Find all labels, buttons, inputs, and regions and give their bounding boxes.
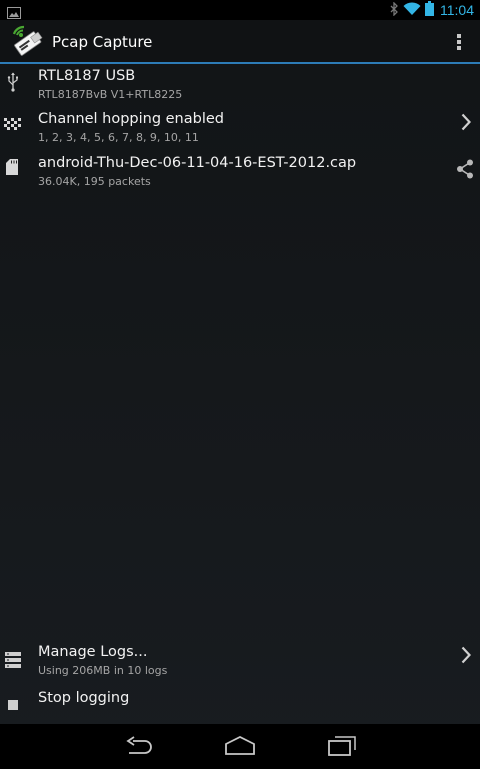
manage-logs-title: Manage Logs... [38,644,148,660]
battery-icon [425,0,434,20]
list-item-subtitle: RTL8187BvB V1+RTL8225 [38,88,183,101]
action-bar: Pcap Capture [0,20,480,64]
navigation-bar [0,724,480,769]
bluetooth-icon [390,0,399,20]
usb-wifi-dongle-icon[interactable] [10,24,46,64]
list-item-subtitle: 36.04K, 195 packets [38,175,151,188]
list-item-subtitle: 1, 2, 3, 4, 5, 6, 7, 8, 9, 10, 11 [38,131,199,144]
channel-hopping-icon [4,115,22,134]
stop-icon [8,695,18,714]
list-item-title: android-Thu-Dec-06-11-04-16-EST-2012.cap [38,155,357,171]
manage-logs-item[interactable]: Manage Logs... Using 206MB in 10 logs [0,643,480,683]
list-item-title: RTL8187 USB [38,68,136,84]
list-item-title: Channel hopping enabled [38,111,224,127]
back-icon[interactable] [123,736,153,760]
status-bar: 11:04 [0,0,480,20]
recents-icon[interactable] [328,736,356,760]
list-item-usb-device[interactable]: RTL8187 USB RTL8187BvB V1+RTL8225 [0,66,480,106]
list-item-channel-hopping[interactable]: Channel hopping enabled 1, 2, 3, 4, 5, 6… [0,110,480,150]
overflow-menu-icon[interactable] [456,33,462,55]
chevron-right-icon[interactable] [461,646,472,668]
wifi-icon [403,1,421,20]
stop-logging-label: Stop logging [38,690,130,706]
sd-card-icon [6,159,18,179]
usb-icon [7,72,19,96]
manage-logs-subtitle: Using 206MB in 10 logs [38,664,168,677]
screen: 11:04 Pcap Capture RTL8187 USB RTL8187Bv… [0,0,480,769]
list-item-capture-file[interactable]: android-Thu-Dec-06-11-04-16-EST-2012.cap… [0,154,480,194]
stop-logging-button[interactable]: Stop logging [0,688,480,714]
clock: 11:04 [440,2,474,18]
home-icon[interactable] [224,735,256,760]
action-bar-divider [0,62,480,64]
app-title: Pcap Capture [52,33,153,51]
share-icon[interactable] [456,159,474,183]
logs-icon [5,652,21,672]
chevron-right-icon[interactable] [461,113,472,135]
